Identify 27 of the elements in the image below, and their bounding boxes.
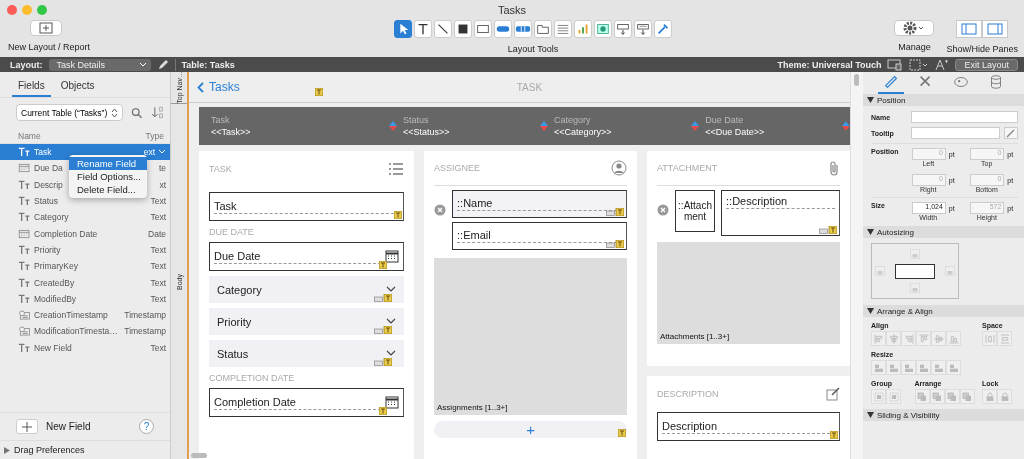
- header-label: Category: [554, 115, 592, 125]
- new-field-label: New Field: [46, 421, 92, 432]
- header-value: <<Category>>: [554, 127, 612, 137]
- portal-label: Assignments [1..3+]: [437, 403, 508, 412]
- card-title: DESCRIPTION: [657, 389, 719, 399]
- card-title: ATTACHMENT: [657, 163, 718, 173]
- theme-label: Theme: Universal Touch: [777, 59, 882, 70]
- nav-title: TASK: [516, 81, 543, 93]
- manage-label: Manage: [898, 42, 931, 52]
- show-hide-panes-label: Show/Hide Panes: [946, 44, 1018, 54]
- table-label: Table: Tasks: [181, 59, 235, 70]
- header-label: Task: [211, 115, 231, 125]
- window-title: Tasks: [497, 4, 527, 16]
- drag-preferences-label: Drag Preferences: [14, 445, 85, 455]
- field-label: COMPLETION DATE: [209, 373, 296, 383]
- card-title: ASSIGNEE: [434, 163, 481, 173]
- field-label: DUE DATE: [209, 227, 255, 237]
- header-value: <<Status>>: [402, 127, 450, 137]
- new-layout-label: New Layout / Report: [8, 42, 91, 52]
- portal-label: Attachments [1..3+]: [660, 332, 730, 341]
- header-value: <<Task>>: [211, 127, 251, 137]
- layout-tools-label: Layout Tools: [507, 44, 559, 54]
- header-label: Status: [402, 115, 430, 125]
- card-title: TASK: [209, 164, 232, 174]
- header-label: Due Date: [705, 115, 745, 125]
- layout-label: Layout:: [10, 59, 43, 70]
- header-value: <<Due Date>>: [705, 127, 765, 137]
